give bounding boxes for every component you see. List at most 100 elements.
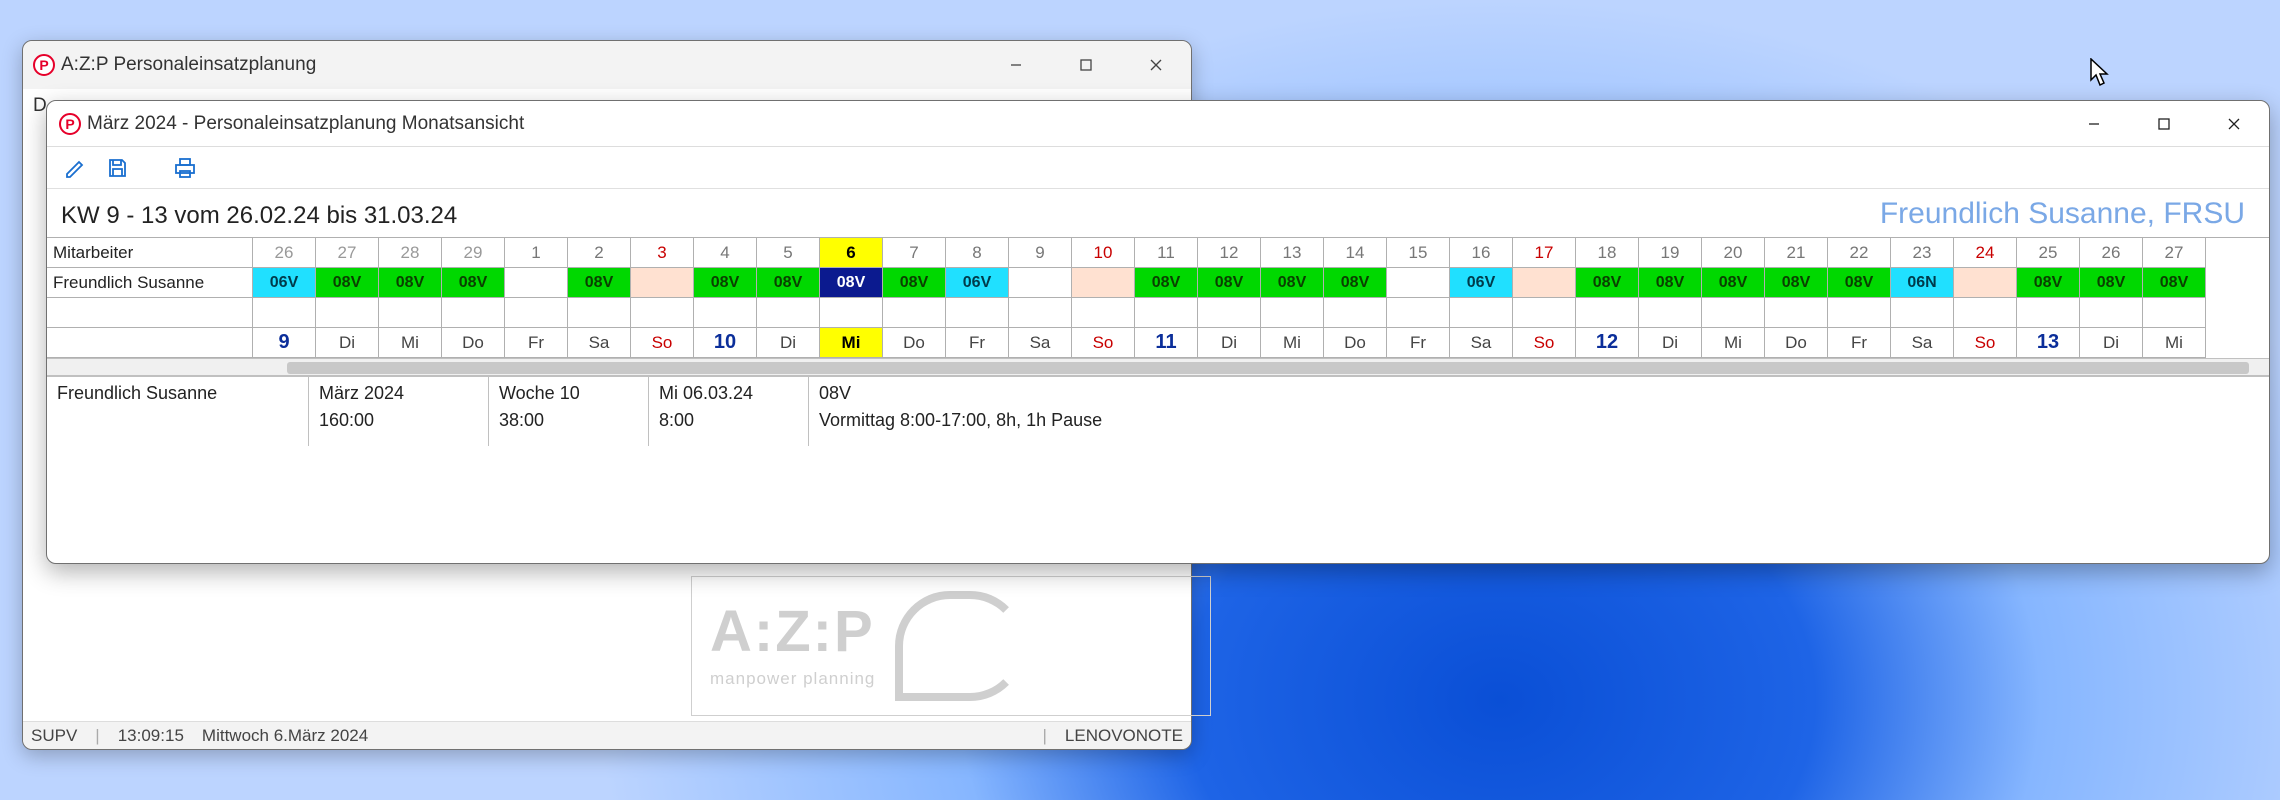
day-footer[interactable]: Sa (568, 328, 631, 358)
day-footer[interactable]: 13 (2017, 328, 2080, 358)
day-footer[interactable]: 12 (1576, 328, 1639, 358)
day-header[interactable]: 21 (1765, 238, 1828, 268)
day-footer[interactable]: Fr (1828, 328, 1891, 358)
day-header[interactable]: 7 (883, 238, 946, 268)
day-header[interactable]: 23 (1891, 238, 1954, 268)
close-button[interactable] (1121, 41, 1191, 89)
day-header[interactable]: 15 (1387, 238, 1450, 268)
shift-cell[interactable]: 06N (1891, 268, 1954, 298)
print-button[interactable] (171, 154, 199, 182)
shift-cell[interactable]: 08V (820, 268, 883, 298)
shift-cell[interactable] (1954, 268, 2017, 298)
day-footer[interactable]: 10 (694, 328, 757, 358)
day-footer[interactable]: Do (883, 328, 946, 358)
shift-cell[interactable] (1072, 268, 1135, 298)
shift-cell[interactable]: 08V (883, 268, 946, 298)
day-header[interactable]: 26 (2080, 238, 2143, 268)
day-header[interactable]: 29 (442, 238, 505, 268)
shift-cell[interactable]: 06V (946, 268, 1009, 298)
day-footer[interactable]: Sa (1009, 328, 1072, 358)
shift-cell[interactable]: 06V (1450, 268, 1513, 298)
shift-cell[interactable]: 08V (1324, 268, 1387, 298)
minimize-button[interactable] (981, 41, 1051, 89)
day-header[interactable]: 26 (253, 238, 316, 268)
day-header[interactable]: 3 (631, 238, 694, 268)
day-footer[interactable]: Mi (1261, 328, 1324, 358)
shift-cell[interactable]: 08V (2143, 268, 2206, 298)
day-footer[interactable]: Sa (1450, 328, 1513, 358)
day-footer[interactable]: Mi (1702, 328, 1765, 358)
day-header[interactable]: 2 (568, 238, 631, 268)
shift-cell[interactable]: 08V (1702, 268, 1765, 298)
day-header[interactable]: 27 (2143, 238, 2206, 268)
shift-cell[interactable] (1513, 268, 1576, 298)
close-button[interactable] (2199, 100, 2269, 148)
horizontal-scrollbar[interactable] (47, 358, 2269, 376)
day-header[interactable]: 24 (1954, 238, 2017, 268)
day-header[interactable]: 6 (820, 238, 883, 268)
day-footer[interactable]: Fr (1387, 328, 1450, 358)
day-header[interactable]: 28 (379, 238, 442, 268)
day-footer[interactable]: Sa (1891, 328, 1954, 358)
day-footer[interactable]: So (1513, 328, 1576, 358)
shift-cell[interactable]: 08V (1261, 268, 1324, 298)
day-footer[interactable]: Fr (946, 328, 1009, 358)
day-footer[interactable]: So (1954, 328, 2017, 358)
day-footer[interactable]: Di (1639, 328, 1702, 358)
shift-cell[interactable]: 08V (1198, 268, 1261, 298)
day-footer[interactable]: So (1072, 328, 1135, 358)
shift-cell[interactable] (1009, 268, 1072, 298)
day-header[interactable]: 27 (316, 238, 379, 268)
shift-cell[interactable]: 08V (694, 268, 757, 298)
shift-cell[interactable]: 08V (442, 268, 505, 298)
maximize-button[interactable] (2129, 100, 2199, 148)
day-header[interactable]: 18 (1576, 238, 1639, 268)
day-footer[interactable]: So (631, 328, 694, 358)
day-header[interactable]: 8 (946, 238, 1009, 268)
day-header[interactable]: 13 (1261, 238, 1324, 268)
day-footer[interactable]: Di (757, 328, 820, 358)
scrollbar-thumb[interactable] (287, 362, 2249, 374)
day-header[interactable]: 20 (1702, 238, 1765, 268)
shift-cell[interactable]: 08V (1828, 268, 1891, 298)
shift-cell[interactable] (631, 268, 694, 298)
day-footer[interactable]: 11 (1135, 328, 1198, 358)
month-titlebar[interactable]: P März 2024 - Personaleinsatzplanung Mon… (47, 101, 2269, 147)
day-header[interactable]: 16 (1450, 238, 1513, 268)
shift-cell[interactable]: 08V (316, 268, 379, 298)
shift-cell[interactable]: 08V (1639, 268, 1702, 298)
shift-cell[interactable]: 08V (568, 268, 631, 298)
day-header[interactable]: 25 (2017, 238, 2080, 268)
day-header[interactable]: 4 (694, 238, 757, 268)
shift-cell[interactable]: 08V (1765, 268, 1828, 298)
main-titlebar[interactable]: P A:Z:P Personaleinsatzplanung (23, 41, 1191, 89)
day-footer[interactable]: Mi (379, 328, 442, 358)
shift-cell[interactable]: 08V (1576, 268, 1639, 298)
day-header[interactable]: 22 (1828, 238, 1891, 268)
day-header[interactable]: 1 (505, 238, 568, 268)
shift-cell[interactable]: 08V (2080, 268, 2143, 298)
day-footer[interactable]: Do (442, 328, 505, 358)
day-footer[interactable]: 9 (253, 328, 316, 358)
day-header[interactable]: 19 (1639, 238, 1702, 268)
day-header[interactable]: 10 (1072, 238, 1135, 268)
day-header[interactable]: 17 (1513, 238, 1576, 268)
employee-row-label[interactable]: Freundlich Susanne (47, 268, 253, 298)
shift-cell[interactable]: 08V (757, 268, 820, 298)
day-footer[interactable]: Di (1198, 328, 1261, 358)
day-footer[interactable]: Do (1324, 328, 1387, 358)
day-footer[interactable]: Di (2080, 328, 2143, 358)
day-footer[interactable]: Do (1765, 328, 1828, 358)
day-footer[interactable]: Mi (820, 328, 883, 358)
maximize-button[interactable] (1051, 41, 1121, 89)
shift-cell[interactable]: 08V (2017, 268, 2080, 298)
shift-cell[interactable]: 08V (1135, 268, 1198, 298)
day-header[interactable]: 11 (1135, 238, 1198, 268)
day-header[interactable]: 9 (1009, 238, 1072, 268)
day-footer[interactable]: Fr (505, 328, 568, 358)
save-button[interactable] (103, 154, 131, 182)
day-header[interactable]: 5 (757, 238, 820, 268)
day-header[interactable]: 14 (1324, 238, 1387, 268)
day-header[interactable]: 12 (1198, 238, 1261, 268)
day-footer[interactable]: Di (316, 328, 379, 358)
